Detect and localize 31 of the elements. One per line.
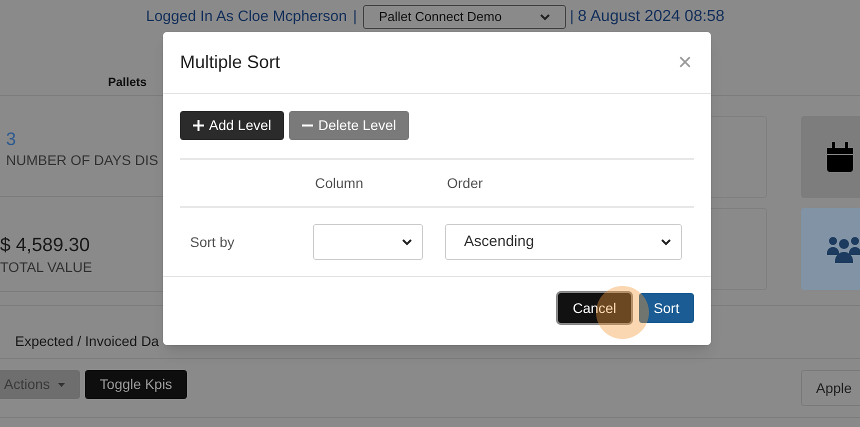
kpi-label: TOTAL VALUE [0,258,94,277]
column-header: Order [447,174,483,192]
modal-title: Multiple Sort [180,51,280,74]
date-time: 8 August 2024 08:58 [578,7,725,27]
add-level-button[interactable]: Add Level [180,111,284,140]
caret-icon [58,382,65,386]
kpi-value: 3 [6,128,18,150]
column-header: Column [315,174,364,192]
sort-button[interactable]: Sort [639,293,694,323]
calendar-icon [827,142,853,172]
chevron-down-icon [540,14,550,20]
order-select[interactable]: Ascending [445,224,682,260]
chevron-down-icon [402,238,412,246]
column-select[interactable] [313,224,423,260]
users-icon [827,235,860,263]
apple-button[interactable]: Apple [801,370,860,406]
row-label: Sort by [190,232,236,252]
account-select[interactable]: Pallet Connect Demo [362,5,566,29]
separator: | [570,6,574,27]
kpi-value: $ 4,589.30 [0,234,91,257]
user-link[interactable]: Logged In As Cloe Mcpherson [146,6,347,28]
separator: | [352,6,357,27]
kpi-label: NUMBER OF DAYS DIS [6,151,160,170]
delete-level-button[interactable]: Delete Level [289,111,410,140]
section-label: Pallets [108,74,147,91]
plus-icon [193,120,204,131]
cancel-button[interactable]: Cancel [558,293,631,323]
toggle-kpis-button[interactable]: Toggle Kpis [85,370,187,399]
tab-label[interactable]: Expected / Invoiced Da [15,331,159,352]
chevron-down-icon [661,238,671,246]
close-button[interactable]: × [678,50,694,74]
